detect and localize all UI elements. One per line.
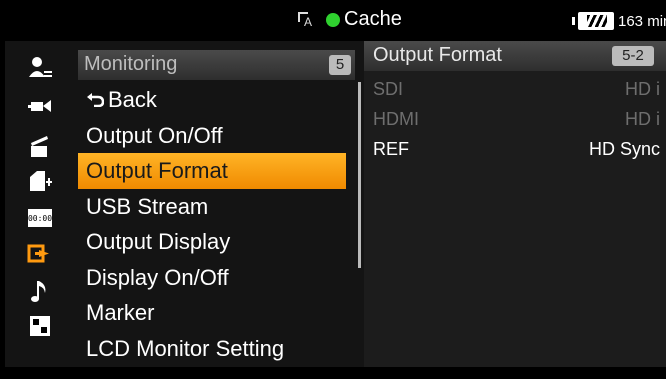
media-icon[interactable] [27, 169, 53, 195]
category-icon-column: 00:00 [5, 41, 71, 367]
menu-item-marker[interactable]: Marker [78, 295, 350, 331]
audio-icon[interactable] [27, 279, 53, 305]
setting-value: HD Sync [588, 139, 660, 159]
setting-value: HD i [625, 79, 660, 99]
clapper-icon[interactable] [27, 133, 53, 159]
setting-key: SDI [373, 79, 404, 99]
media-slot-icon: A [296, 10, 322, 30]
menu-item-label: Marker [86, 300, 155, 325]
setting-row-sdi: SDI HD i [364, 79, 666, 105]
menu-title: Monitoring [84, 53, 178, 75]
submenu-page-badge: 5-2 [612, 46, 654, 66]
menu-item-label: LCD Monitor Setting [86, 335, 285, 361]
setting-row-ref[interactable]: REF HD Sync [364, 139, 666, 165]
menu-screen: 00:00 Monitoring 5 Back Output On/Off Ou… [5, 41, 666, 367]
menu-item-label: Display On/Off [86, 264, 229, 290]
battery-remaining: 163 min [618, 12, 666, 30]
menu-item-usb-stream[interactable]: USB Stream [78, 189, 350, 225]
menu-item-output-display[interactable]: Output Display [78, 224, 350, 260]
user-settings-icon[interactable] [27, 55, 53, 81]
submenu-header: Output Format 5-2 [364, 41, 666, 71]
timecode-icon-label: 00:00 [28, 214, 52, 223]
menu-scrollbar[interactable] [358, 82, 361, 268]
menu-item-back[interactable]: Back [78, 82, 350, 118]
battery-terminal [572, 17, 575, 25]
monitoring-menu: Monitoring 5 Back Output On/Off Output F… [78, 50, 361, 368]
menu-header: Monitoring 5 [78, 50, 355, 80]
setting-key: HDMI [373, 109, 419, 129]
menu-item-output-format[interactable]: Output Format [78, 153, 346, 189]
timecode-icon[interactable]: 00:00 [27, 205, 53, 231]
menu-item-label: Back [108, 87, 157, 112]
menu-item-lcd-monitor-setting[interactable]: LCD Monitor Setting [78, 331, 350, 367]
setting-value: HD i [625, 109, 660, 129]
grid-icon[interactable] [27, 313, 53, 339]
status-title: Cache [344, 8, 402, 30]
menu-item-label: Output On/Off [86, 122, 223, 148]
menu-list: Back Output On/Off Output Format USB Str… [78, 82, 350, 366]
menu-item-label: Output Format [86, 158, 228, 183]
submenu-panel: Output Format 5-2 SDI HD i HDMI HD i REF… [364, 41, 666, 367]
menu-page-badge: 5 [329, 55, 351, 75]
setting-key: REF [373, 139, 409, 159]
menu-item-output-on-off[interactable]: Output On/Off [78, 118, 350, 154]
menu-item-display-on-off[interactable]: Display On/Off [78, 260, 350, 296]
back-arrow-icon [86, 82, 108, 118]
status-bar: A Cache 163 min [0, 0, 666, 40]
setting-row-hdmi: HDMI HD i [364, 109, 666, 135]
status-title-group: A Cache [296, 8, 402, 31]
battery-icon [578, 12, 614, 30]
camera-settings-icon[interactable] [27, 91, 53, 117]
record-ready-icon [326, 12, 340, 27]
battery-indicator: 163 min [572, 12, 666, 30]
submenu-title: Output Format [373, 44, 502, 66]
menu-item-label: USB Stream [86, 193, 209, 219]
output-icon[interactable] [27, 241, 53, 267]
menu-item-label: Output Display [86, 229, 231, 254]
